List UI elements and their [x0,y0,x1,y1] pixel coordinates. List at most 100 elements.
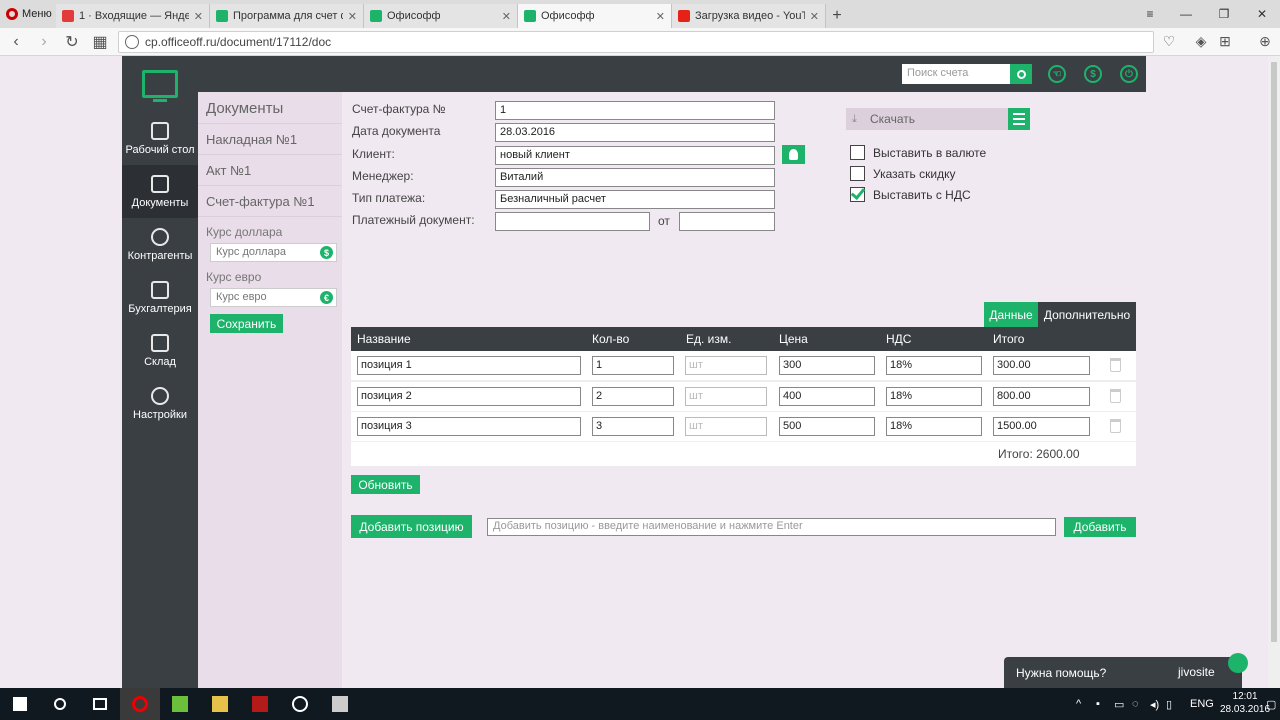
browser-tab-active[interactable]: Офисофф ✕ [518,4,672,28]
taskbar-opera[interactable] [120,688,160,720]
windows-start-button[interactable] [0,688,40,720]
checkbox-checked[interactable] [850,187,865,202]
taskbar-app[interactable] [280,688,320,720]
taskbar-filezilla[interactable] [240,688,280,720]
item-total-input[interactable]: 300.00 [993,356,1090,375]
item-total-input[interactable]: 800.00 [993,387,1090,406]
close-icon[interactable]: ✕ [348,10,357,23]
currency-checkbox[interactable]: Выставить в валюте [850,145,986,160]
extension-icon[interactable]: ⊞ [1214,30,1236,52]
item-qty-input[interactable]: 3 [592,417,674,436]
new-tab-button[interactable]: + [826,4,848,28]
scrollbar-thumb[interactable] [1271,62,1277,642]
item-unit-input[interactable]: шт [685,417,767,436]
refresh-button[interactable]: Обновить [351,475,420,494]
checkbox-unchecked[interactable] [850,166,865,181]
item-total-input[interactable]: 1500.00 [993,417,1090,436]
browser-tab[interactable]: 1 · Входящие — Яндекс ✕ [56,4,210,28]
vat-checkbox[interactable]: Выставить с НДС [850,187,971,202]
sidebar-item-warehouse[interactable]: Склад [122,324,198,377]
item-qty-input[interactable]: 2 [592,387,674,406]
download-button[interactable]: ⤓ Скачать [846,108,1030,130]
sidebar-item-settings[interactable]: Настройки [122,377,198,430]
item-name-input[interactable]: позиция 3 [357,417,581,436]
payment-type-select[interactable]: Безналичный расчет [495,190,775,209]
discount-checkbox[interactable]: Указать скидку [850,166,955,181]
item-price-input[interactable]: 300 [779,356,875,375]
language-indicator[interactable]: ENG [1190,688,1214,720]
item-vat-select[interactable]: 18% [886,356,982,375]
task-view-button[interactable] [80,688,120,720]
extension-icon[interactable]: ◈ [1190,30,1212,52]
url-field[interactable]: cp.officeoff.ru/document/17112/doc [118,31,1154,53]
close-icon[interactable]: ✕ [502,10,511,23]
tray-flag-icon[interactable]: ▯ [1166,688,1172,720]
reload-button[interactable]: ↻ [58,28,86,56]
sidebar-item-contractors[interactable]: Контрагенты [122,218,198,271]
item-vat-select[interactable]: 18% [886,417,982,436]
hand-icon[interactable]: ☜ [1048,65,1066,83]
download-icon[interactable]: ⊕ [1254,30,1276,52]
manager-input[interactable]: Виталий [495,168,775,187]
item-name-input[interactable]: позиция 1 [357,356,581,375]
help-chat-widget[interactable]: Нужна помощь? jivosite [1004,653,1248,688]
document-item[interactable]: Накладная №1 [198,123,342,154]
close-icon[interactable]: ✕ [194,10,203,23]
add-button[interactable]: Добавить [1064,517,1136,537]
opera-menu-button[interactable]: Меню [0,0,56,28]
item-unit-input[interactable]: шт [685,356,767,375]
item-price-input[interactable]: 400 [779,387,875,406]
close-icon[interactable]: ✕ [810,10,819,23]
sidebar-item-desktop[interactable]: Рабочий стол [122,112,198,165]
item-vat-select[interactable]: 18% [886,387,982,406]
browser-tab[interactable]: Программа для счет фа ✕ [210,4,364,28]
usd-rate-input[interactable]: Курс доллара $ [210,243,337,262]
eur-rate-input[interactable]: Курс евро € [210,288,337,307]
download-menu-button[interactable] [1008,108,1030,130]
trash-icon[interactable] [1110,389,1121,403]
tab-menu-icon[interactable]: ≡ [1132,0,1168,28]
invoice-number-input[interactable]: 1 [495,101,775,120]
save-button[interactable]: Сохранить [210,314,283,333]
bookmark-heart-icon[interactable]: ♡ [1158,30,1180,52]
tab-additional[interactable]: Дополнительно [1038,302,1136,327]
browser-tab[interactable]: Офисофф ✕ [364,4,518,28]
notification-icon[interactable]: ▢ [1266,688,1276,720]
close-icon[interactable]: ✕ [656,10,665,23]
taskbar-clock[interactable]: 12:01 28.03.2016 [1220,690,1270,716]
power-icon[interactable]: ⏻ [1120,65,1138,83]
sidebar-item-documents[interactable]: Документы [122,165,198,218]
forward-button[interactable]: › [30,28,58,56]
taskbar-app[interactable] [320,688,360,720]
document-item[interactable]: Счет-фактура №1 [198,185,342,216]
maximize-button[interactable]: ❐ [1206,0,1242,28]
item-unit-input[interactable]: шт [685,387,767,406]
tray-sync-icon[interactable]: ◌ [1132,688,1139,720]
app-logo[interactable] [122,56,198,112]
document-date-input[interactable]: 28.03.2016 [495,123,775,142]
search-invoice-input[interactable]: Поиск счета [902,64,1010,84]
tab-data[interactable]: Данные [984,302,1038,327]
speed-dial-icon[interactable]: ▦ [86,28,114,56]
minimize-button[interactable]: — [1168,0,1204,28]
dollar-icon[interactable]: $ [1084,65,1102,83]
payment-doc-input[interactable] [495,212,650,231]
sidebar-item-accounting[interactable]: Бухгалтерия [122,271,198,324]
payment-doc-date-input[interactable] [679,212,775,231]
client-input[interactable]: новый клиент [495,146,775,165]
tray-network-icon[interactable]: ▭ [1114,688,1124,720]
item-price-input[interactable]: 500 [779,417,875,436]
tray-chevron-icon[interactable]: ^ [1076,688,1081,720]
search-button[interactable] [40,688,80,720]
checkbox-unchecked[interactable] [850,145,865,160]
document-item[interactable]: Акт №1 [198,154,342,185]
back-button[interactable]: ‹ [2,28,30,56]
item-qty-input[interactable]: 1 [592,356,674,375]
browser-tab[interactable]: Загрузка видео - YouTube ✕ [672,4,826,28]
client-select-button[interactable] [782,145,805,164]
item-name-input[interactable]: позиция 2 [357,387,581,406]
add-position-input[interactable]: Добавить позицию - введите наименование … [487,518,1056,536]
search-button[interactable] [1010,64,1032,84]
close-window-button[interactable]: ✕ [1244,0,1280,28]
trash-icon[interactable] [1110,419,1121,433]
